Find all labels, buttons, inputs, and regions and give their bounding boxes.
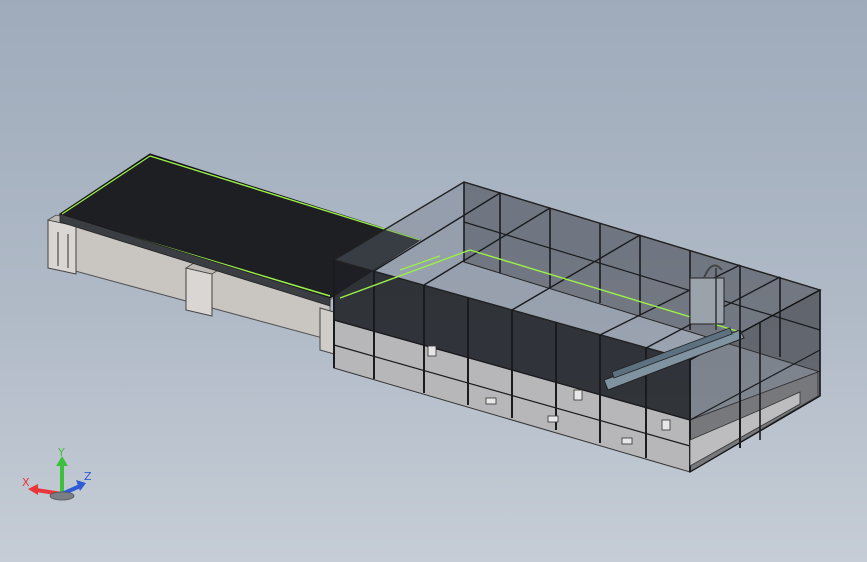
triad-x-label: X: [22, 476, 30, 489]
laser-cutter-enclosure[interactable]: [332, 181, 822, 474]
table-middle-leg: [185, 267, 213, 317]
triad-y-label: Y: [57, 446, 65, 459]
table-left-leg: [47, 219, 77, 275]
cad-model-scene[interactable]: [0, 0, 867, 562]
triad-origin: [49, 491, 75, 501]
model-viewport[interactable]: X Y Z: [0, 0, 867, 562]
triad-z-label: Z: [84, 470, 92, 483]
orientation-triad: X Y Z: [22, 446, 92, 501]
table-right-leg: [319, 307, 335, 355]
